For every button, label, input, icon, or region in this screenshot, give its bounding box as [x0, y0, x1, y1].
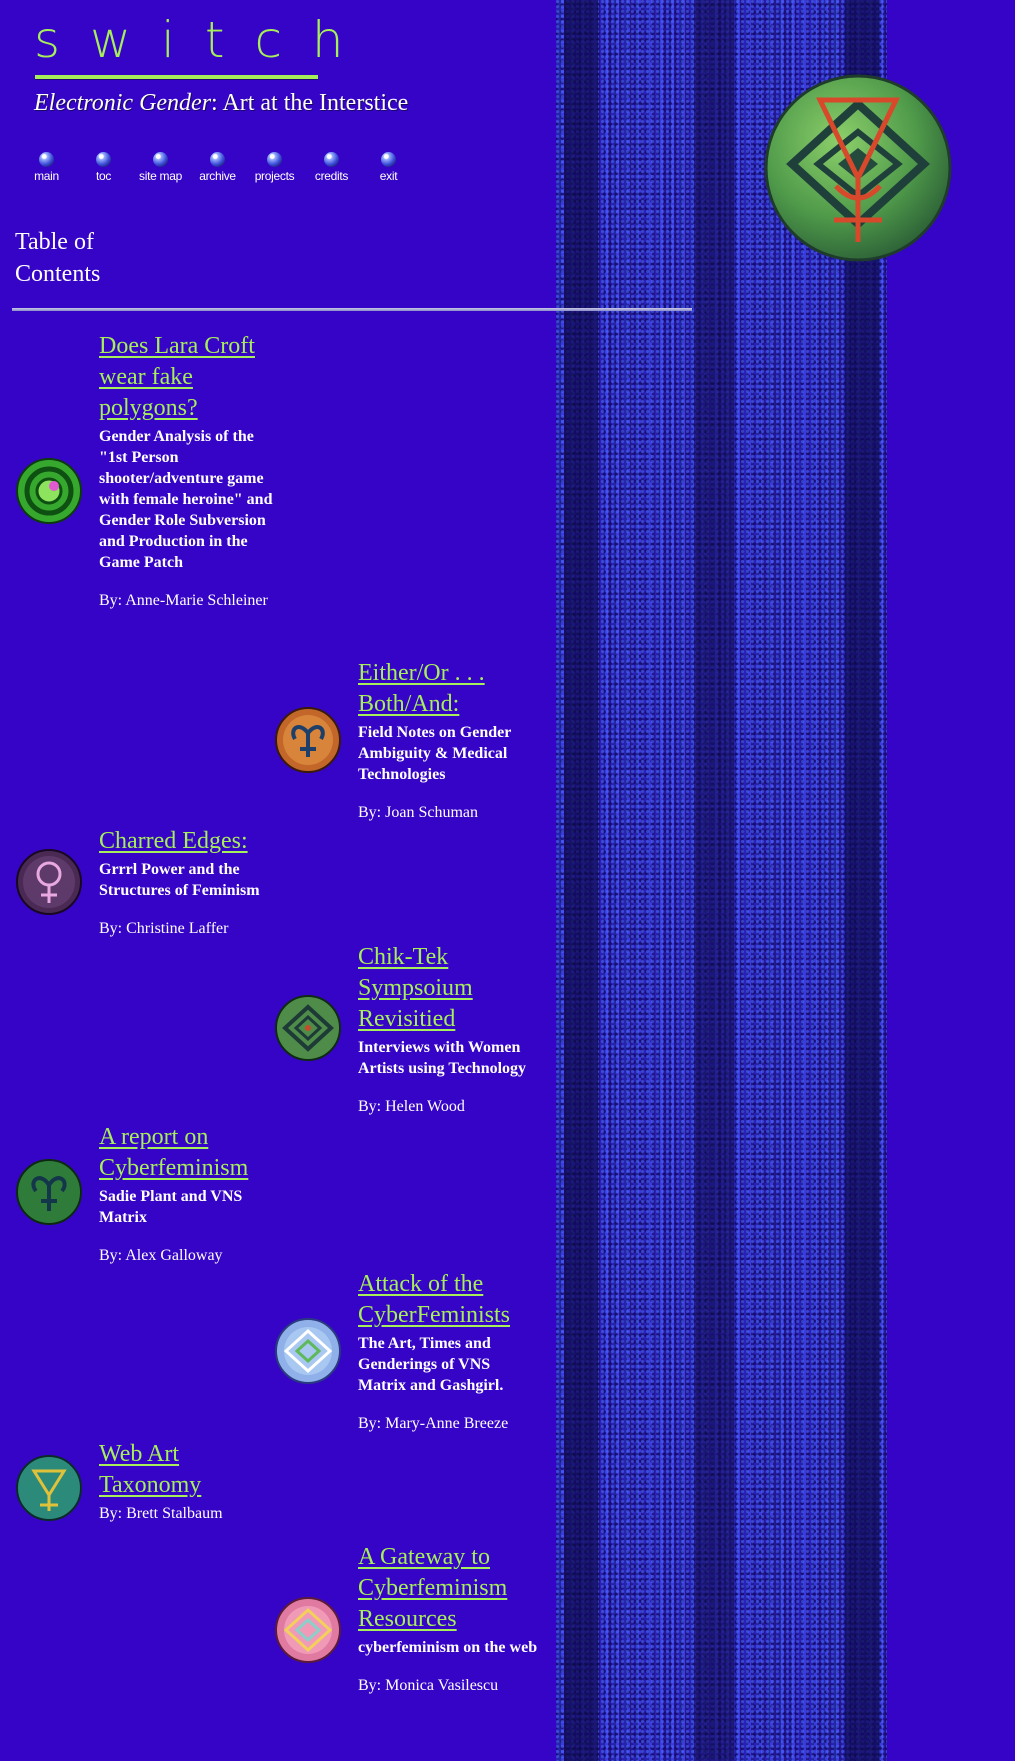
nav-label: main — [34, 169, 59, 183]
nav-toc[interactable]: toc — [75, 152, 132, 183]
article-author: By: Helen Wood — [358, 1098, 465, 1115]
article-description: Sadie Plant and VNS Matrix — [99, 1188, 243, 1226]
toc-entry-gateway-resources: A Gateway to Cyberfeminism Resources cyb… — [358, 1542, 538, 1696]
article-link[interactable]: Attack of the CyberFeminists — [358, 1269, 538, 1331]
light-blue-diamond-icon[interactable] — [275, 1318, 341, 1384]
nav-orb-icon — [324, 152, 339, 167]
nav-label: toc — [95, 169, 112, 183]
article-author: By: Mary-Anne Breeze — [358, 1415, 509, 1432]
article-author: By: Christine Laffer — [99, 920, 229, 937]
article-link[interactable]: A report on Cyberfeminism — [99, 1122, 279, 1184]
article-description: The Art, Times and Genderings of VNS Mat… — [358, 1335, 504, 1394]
toc-entry-cyberfeminism-report: A report on Cyberfeminism Sadie Plant an… — [99, 1122, 279, 1266]
nav-label: exit — [379, 169, 398, 183]
main-nav: main toc site map archive projects credi… — [18, 152, 417, 183]
toc-entry-web-art-taxonomy: Web Art Taxonomy By: Brett Stalbaum — [99, 1439, 279, 1524]
nav-archive[interactable]: archive — [189, 152, 246, 183]
article-link[interactable]: Charred Edges: — [99, 826, 279, 857]
article-link[interactable]: Does Lara Croft wear fake polygons? — [99, 331, 279, 424]
site-subtitle: Electronic Gender: Art at the Interstice — [34, 90, 408, 117]
article-description: Field Notes on Gender Ambiguity & Medica… — [358, 724, 512, 783]
article-author: By: Monica Vasilescu — [358, 1677, 499, 1694]
article-description: cyberfeminism on the web — [358, 1639, 538, 1656]
texture-stripe — [694, 0, 734, 1761]
article-link[interactable]: Chik-Tek Sympsoium Revisitied — [358, 942, 538, 1035]
venus-symbol-icon[interactable] — [16, 849, 82, 915]
toc-entry-charred-edges: Charred Edges: Grrrl Power and the Struc… — [99, 826, 279, 939]
nav-label: archive — [199, 169, 236, 183]
nav-orb-icon — [96, 152, 111, 167]
article-author: By: Brett Stalbaum — [99, 1505, 223, 1522]
nav-orb-icon — [39, 152, 54, 167]
nav-projects[interactable]: projects — [246, 152, 303, 183]
logo-underline — [35, 75, 318, 79]
nav-main[interactable]: main — [18, 152, 75, 183]
nav-orb-icon — [153, 152, 168, 167]
page-title: Table of Contents — [15, 226, 125, 290]
subtitle-italic: Electronic Gender — [34, 90, 212, 116]
toc-entry-lara-croft: Does Lara Croft wear fake polygons? Gend… — [99, 331, 279, 611]
switch-emblem-icon — [764, 74, 952, 262]
article-author: By: Anne-Marie Schleiner — [99, 592, 268, 609]
toc-entry-either-or: Either/Or . . . Both/And: Field Notes on… — [358, 658, 538, 823]
article-author: By: Joan Schuman — [358, 804, 478, 821]
article-link[interactable]: A Gateway to Cyberfeminism Resources — [358, 1542, 538, 1635]
nav-label: projects — [254, 169, 295, 183]
section-divider — [12, 308, 692, 311]
nav-orb-icon — [210, 152, 225, 167]
article-description: Grrrl Power and the Structures of Femini… — [99, 861, 260, 899]
nav-label: credits — [314, 169, 349, 183]
teal-glyph-icon[interactable] — [16, 1455, 82, 1521]
nav-orb-icon — [381, 152, 396, 167]
green-diamond-icon[interactable] — [275, 995, 341, 1061]
subtitle-rest: : Art at the Interstice — [211, 90, 409, 116]
copper-ram-icon[interactable] — [275, 707, 341, 773]
toc-entry-chik-tek: Chik-Tek Sympsoium Revisitied Interviews… — [358, 942, 538, 1117]
article-author: By: Alex Galloway — [99, 1247, 223, 1264]
page-title-text: Table of Contents — [15, 229, 101, 287]
site-logo: switch — [34, 11, 374, 69]
nav-orb-icon — [267, 152, 282, 167]
nav-site-map[interactable]: site map — [132, 152, 189, 183]
article-description: Interviews with Women Artists using Tech… — [358, 1039, 527, 1077]
article-description: Gender Analysis of the "1st Person shoot… — [99, 428, 273, 571]
nav-credits[interactable]: credits — [303, 152, 360, 183]
nav-label: site map — [139, 169, 182, 183]
article-link[interactable]: Web Art Taxonomy — [99, 1439, 279, 1501]
decorative-texture-strip — [556, 0, 887, 1761]
green-ram-icon[interactable] — [16, 1159, 82, 1225]
green-swirl-icon[interactable] — [16, 458, 82, 524]
article-link[interactable]: Either/Or . . . Both/And: — [358, 658, 538, 720]
pink-diamond-icon[interactable] — [275, 1597, 341, 1663]
toc-entry-attack-cyberfeminists: Attack of the CyberFeminists The Art, Ti… — [358, 1269, 538, 1434]
nav-exit[interactable]: exit — [360, 152, 417, 183]
